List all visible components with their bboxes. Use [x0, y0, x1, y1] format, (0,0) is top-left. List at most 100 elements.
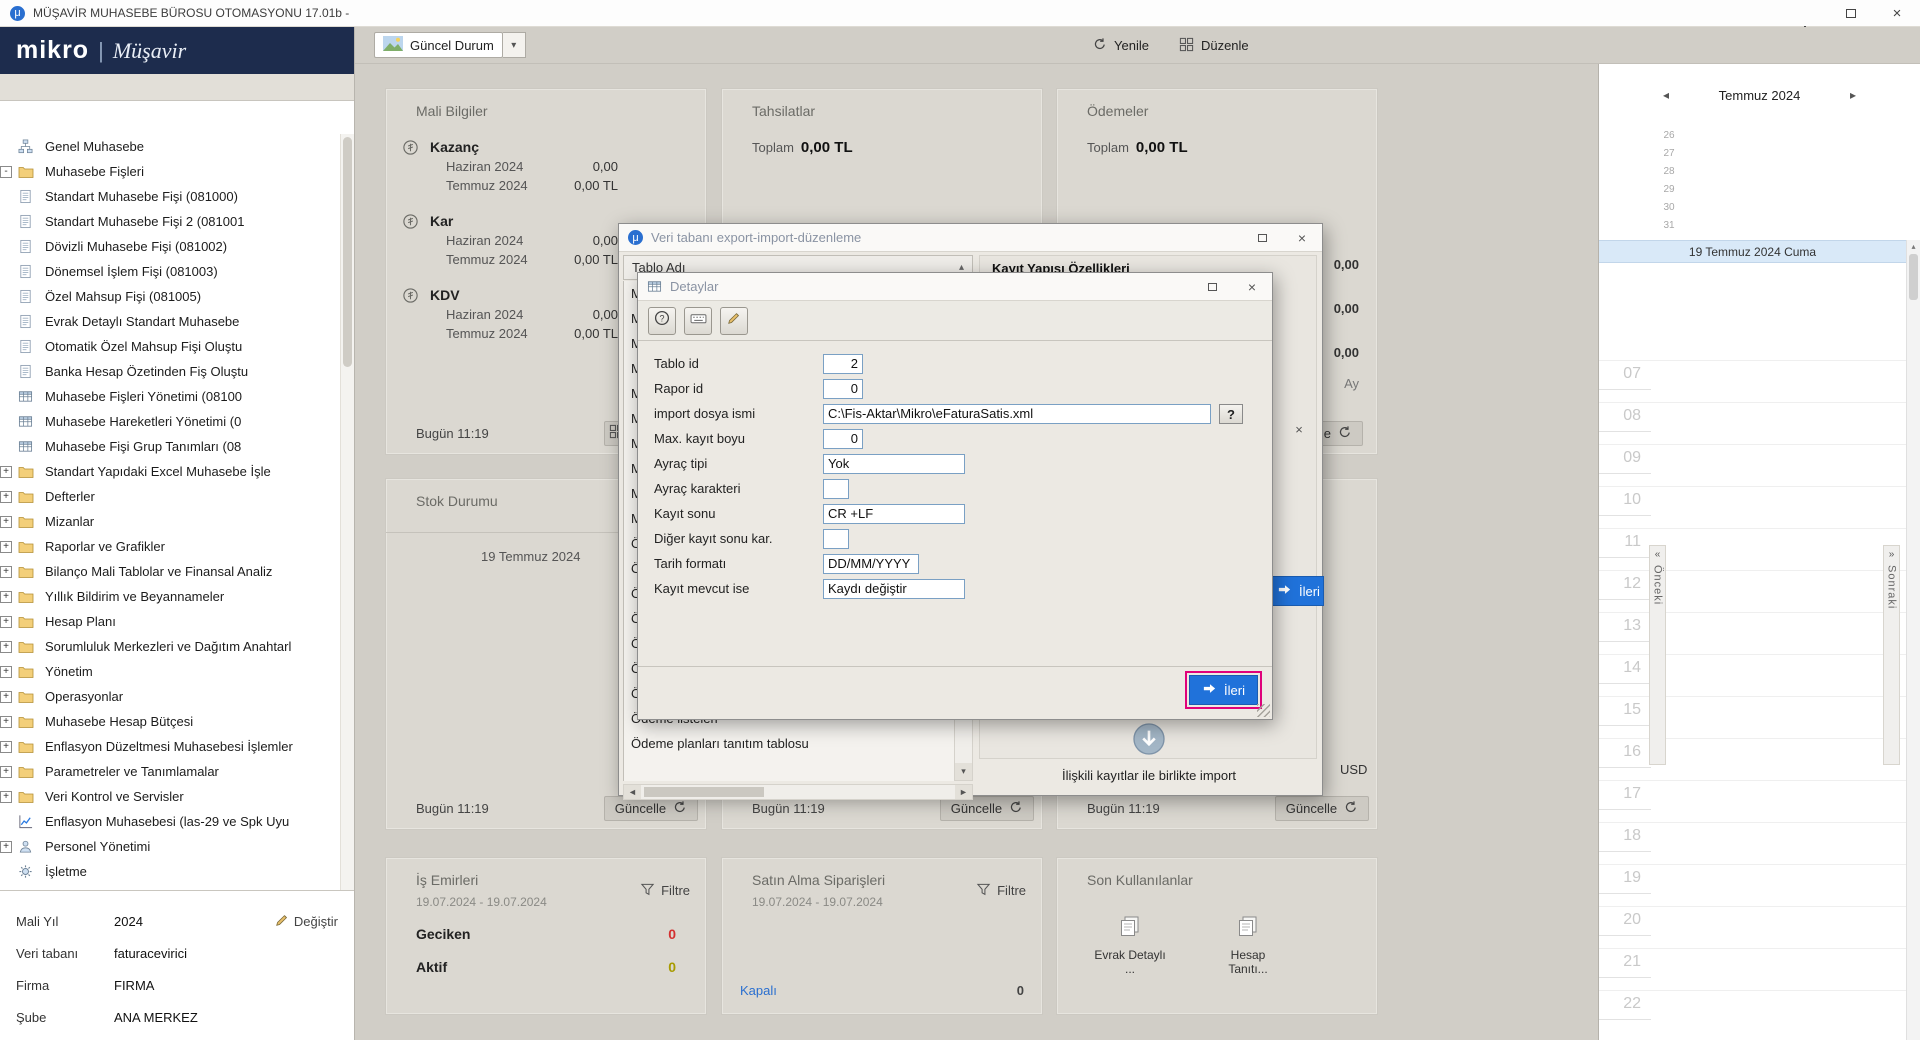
calendar-day[interactable] — [1838, 199, 1864, 216]
calendar-day[interactable] — [1708, 163, 1734, 180]
calendar-scrollbar[interactable]: ▴ — [1906, 240, 1920, 1040]
field-input[interactable] — [823, 504, 965, 524]
scrollbar-thumb[interactable] — [1909, 254, 1918, 300]
tree-item[interactable]: + Muhasebe Hesap Bütçesi — [0, 709, 340, 734]
tree-expander-icon[interactable]: + — [0, 541, 12, 553]
closed-orders-link[interactable]: Kapalı — [740, 983, 777, 998]
calendar-day[interactable] — [1812, 217, 1838, 234]
tree-expander-icon[interactable]: + — [0, 791, 12, 803]
tree-item[interactable]: Otomatik Özel Mahsup Fişi Oluştu — [0, 334, 340, 359]
maximize-button[interactable] — [1192, 273, 1232, 300]
field-input[interactable] — [823, 454, 965, 474]
field-input[interactable] — [823, 354, 863, 374]
tree-expander-icon[interactable]: + — [0, 566, 12, 578]
tree-item[interactable]: + Enflasyon Düzeltmesi Muhasebesi İşleml… — [0, 734, 340, 759]
tree-item[interactable]: + Bilanço Mali Tablolar ve Finansal Anal… — [0, 559, 340, 584]
tree-expander-icon[interactable]: + — [0, 716, 12, 728]
calendar-day[interactable] — [1682, 199, 1708, 216]
tree-item[interactable]: Genel Muhasebe — [0, 134, 340, 159]
calendar-day[interactable] — [1812, 127, 1838, 144]
tree-item[interactable]: Muhasebe Fişi Grup Tanımları (08 — [0, 434, 340, 459]
field-input[interactable] — [823, 579, 965, 599]
calendar-day[interactable] — [1734, 163, 1760, 180]
tree-item[interactable]: Evrak Detaylı Standart Muhasebe — [0, 309, 340, 334]
tree-expander-icon[interactable]: + — [0, 841, 12, 853]
calendar-hour-slot[interactable]: 18 — [1599, 822, 1906, 864]
tree-item[interactable]: + Defterler — [0, 484, 340, 509]
calendar-day[interactable] — [1682, 217, 1708, 234]
calendar-day[interactable] — [1838, 163, 1864, 180]
calendar-day[interactable] — [1708, 217, 1734, 234]
dashboard-selector[interactable]: Güncel Durum — [374, 32, 503, 58]
tree-item[interactable]: Muhasebe Fişleri Yönetimi (08100 — [0, 384, 340, 409]
tree-item[interactable]: + Veri Kontrol ve Servisler — [0, 784, 340, 809]
close-button[interactable]: × — [1282, 224, 1322, 251]
calendar-day[interactable] — [1760, 145, 1786, 162]
next-button[interactable]: İleri — [1189, 675, 1258, 705]
calendar-day[interactable] — [1838, 145, 1864, 162]
tree-item[interactable]: + Personel Yönetimi — [0, 834, 340, 859]
field-input[interactable] — [823, 529, 849, 549]
calendar-day[interactable] — [1786, 163, 1812, 180]
calendar-day[interactable] — [1838, 217, 1864, 234]
minimize-button[interactable] — [1782, 0, 1828, 26]
tree-expander-icon[interactable]: - — [0, 166, 12, 178]
tree-expander-icon[interactable]: + — [0, 516, 12, 528]
tree-expander-icon[interactable]: + — [0, 766, 12, 778]
tree-expander-icon[interactable]: + — [0, 666, 12, 678]
calendar-day[interactable] — [1812, 181, 1838, 198]
next-button[interactable]: İleri — [1264, 576, 1324, 606]
tree-item[interactable]: Dövizli Muhasebe Fişi (081002) — [0, 234, 340, 259]
calendar-day[interactable] — [1838, 181, 1864, 198]
tree-item[interactable]: Standart Muhasebe Fişi 2 (081001 — [0, 209, 340, 234]
field-input[interactable] — [823, 404, 1211, 424]
calendar-day[interactable] — [1734, 181, 1760, 198]
maximize-button[interactable] — [1828, 0, 1874, 26]
calendar-day[interactable] — [1734, 145, 1760, 162]
tree-item[interactable]: + Operasyonlar — [0, 684, 340, 709]
clear-icon[interactable]: × — [1291, 422, 1307, 438]
calendar-hour-slot[interactable]: 17 — [1599, 780, 1906, 822]
next-month-icon[interactable]: ▸ — [1850, 88, 1856, 102]
tree-item[interactable]: + Hesap Planı — [0, 609, 340, 634]
calendar-day[interactable] — [1682, 145, 1708, 162]
tree-item[interactable]: Özel Mahsup Fişi (081005) — [0, 284, 340, 309]
scrollbar-thumb[interactable] — [343, 137, 352, 367]
calendar-hour-slot[interactable]: 19 — [1599, 864, 1906, 906]
dialog-titlebar[interactable]: μ Veri tabanı export-import-düzenleme × — [619, 224, 1322, 252]
calendar-day[interactable] — [1838, 127, 1864, 144]
calendar-day[interactable] — [1708, 127, 1734, 144]
calendar-day[interactable] — [1708, 145, 1734, 162]
calendar-hour-slot[interactable]: 13 — [1599, 612, 1906, 654]
refresh-card-button[interactable]: Güncelle — [1275, 796, 1369, 821]
calendar-day[interactable] — [1734, 217, 1760, 234]
tree-expander-icon[interactable]: + — [0, 691, 12, 703]
tree-expander-icon[interactable]: + — [0, 491, 12, 503]
scroll-left-icon[interactable]: ◄ — [624, 785, 641, 799]
next-day-rail[interactable]: » Sonraki — [1883, 545, 1900, 765]
calendar-hour-slot[interactable]: 10 — [1599, 486, 1906, 528]
calendar-day[interactable] — [1682, 163, 1708, 180]
calendar-hour-slot[interactable]: 21 — [1599, 948, 1906, 990]
close-button[interactable]: × — [1874, 0, 1920, 26]
tree-item[interactable]: + Standart Yapıdaki Excel Muhasebe İşle — [0, 459, 340, 484]
calendar-day[interactable] — [1682, 127, 1708, 144]
calendar-hour-slot[interactable]: 15 — [1599, 696, 1906, 738]
calendar-day[interactable] — [1708, 199, 1734, 216]
calendar-day[interactable] — [1760, 181, 1786, 198]
horizontal-scrollbar[interactable]: ◄ ► — [623, 784, 973, 800]
calendar-day[interactable] — [1812, 199, 1838, 216]
related-import-button[interactable]: İlişkili kayıtlar ile birlikte import — [979, 719, 1319, 783]
calendar-day[interactable] — [1760, 163, 1786, 180]
tree-item[interactable]: + Yıllık Bildirim ve Beyannameler — [0, 584, 340, 609]
calendar-hour-slot[interactable]: 22 — [1599, 990, 1906, 1032]
calendar-hour-slot[interactable]: 20 — [1599, 906, 1906, 948]
tree-expander-icon[interactable]: + — [0, 591, 12, 603]
minimize-button[interactable] — [1202, 224, 1242, 251]
calendar-hour-slot[interactable]: 07 — [1599, 360, 1906, 402]
calendar-day[interactable] — [1812, 163, 1838, 180]
calendar-hour-slot[interactable]: 14 — [1599, 654, 1906, 696]
calendar-hour-slot[interactable]: 11 — [1599, 528, 1906, 570]
field-input[interactable] — [823, 479, 849, 499]
field-input[interactable] — [823, 429, 863, 449]
